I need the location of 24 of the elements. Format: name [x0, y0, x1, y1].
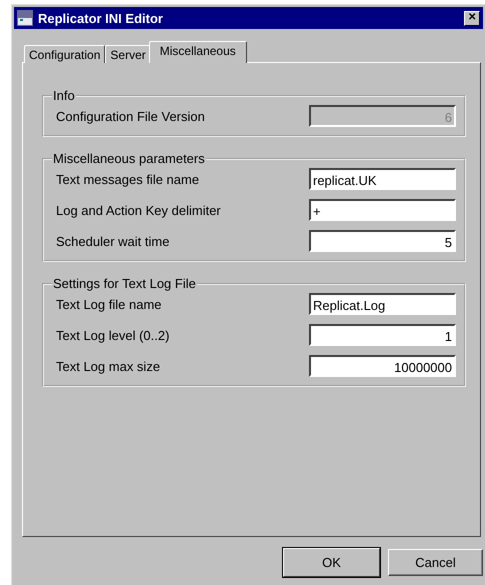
dialog-button[interactable]: OK — [283, 548, 380, 577]
field-label: Log and Action Key delimiter — [56, 202, 221, 218]
field-label: Text Log file name — [56, 296, 162, 312]
input-field[interactable]: 10000000 — [309, 355, 456, 377]
window-title: Replicator INI Editor — [38, 10, 164, 26]
field-label: Text Log max size — [56, 358, 160, 374]
field-label: Scheduler wait time — [56, 234, 170, 248]
field-label: Text messages file name — [56, 172, 200, 186]
field-label: Text Log level (0..2) — [56, 328, 170, 342]
tab[interactable]: Configuration — [24, 45, 106, 63]
input-field[interactable]: + — [309, 199, 456, 221]
group-title: Miscellaneous parameters — [52, 151, 206, 166]
input-field[interactable]: 5 — [309, 230, 456, 252]
window-icon — [17, 10, 33, 26]
tab[interactable]: Miscellaneous — [148, 41, 247, 63]
dialog-button[interactable]: Cancel — [388, 549, 483, 576]
field-label: Configuration File Version — [56, 108, 205, 124]
input-field[interactable]: Replicat.Log — [309, 293, 456, 315]
group-title: Info — [52, 88, 76, 103]
tab[interactable]: Server — [105, 45, 151, 63]
group-title: Settings for Text Log File — [52, 276, 197, 291]
input-field[interactable]: replicat.UK — [309, 168, 456, 190]
input-field[interactable]: 1 — [309, 324, 456, 346]
close-button[interactable]: ✕ — [464, 10, 480, 26]
